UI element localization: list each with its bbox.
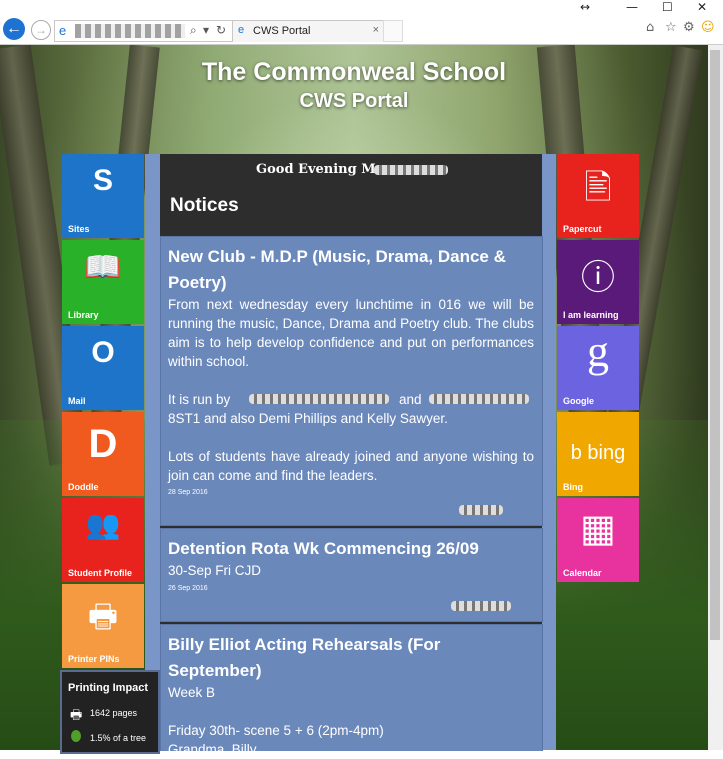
tile-label: Student Profile: [68, 568, 133, 578]
notice-title-cont: September): [168, 661, 262, 680]
notice-card[interactable]: Detention Rota Wk Commencing 26/09 30-Se…: [160, 528, 543, 622]
notice-title: New Club - M.D.P (Music, Drama, Dance &: [168, 247, 506, 266]
notice-date: 28 Sep 2016: [168, 489, 208, 496]
tile-printer-pins[interactable]: 🖶 Printer PINs: [62, 584, 144, 668]
browser-navbar: ← → e ⌕ ▾ ↻ e CWS Portal ×: [0, 16, 723, 45]
notice-card[interactable]: New Club - M.D.P (Music, Drama, Dance & …: [160, 236, 543, 526]
tile-label: Mail: [68, 396, 86, 406]
maximize-button[interactable]: ☐: [662, 0, 673, 14]
notice-body: 8ST1 and also Demi Phillips and Kelly Sa…: [168, 411, 448, 426]
tile-label: Library: [68, 310, 99, 320]
tile-doddle[interactable]: D Doddle: [62, 412, 144, 496]
bing-icon: b bing: [570, 442, 626, 464]
refresh-icon[interactable]: ↻: [216, 23, 226, 37]
tab-close-icon[interactable]: ×: [373, 24, 379, 36]
tile-google[interactable]: g Google: [557, 326, 639, 410]
favorites-icon[interactable]: ☆: [665, 20, 677, 35]
printer-icon: 🖶: [87, 598, 119, 634]
sharepoint-icon: S: [92, 164, 113, 197]
site-subtitle: CWS Portal: [299, 90, 409, 112]
tile-calendar[interactable]: ▦ Calendar: [557, 498, 639, 582]
tile-papercut[interactable]: 🖹 Papercut: [557, 154, 639, 238]
scrollbar-thumb[interactable]: [710, 50, 720, 640]
greeting: Good Evening Mr: [256, 162, 383, 177]
calendar-icon: ▦: [580, 508, 616, 550]
tab-cws-portal[interactable]: e CWS Portal ×: [232, 20, 384, 42]
back-button[interactable]: ←: [3, 18, 25, 40]
tile-label: Sites: [68, 224, 90, 234]
tile-label: Calendar: [563, 568, 602, 578]
papercut-icon: 🖹: [584, 169, 612, 207]
notice-body: and: [399, 392, 422, 407]
right-strip: [542, 154, 556, 750]
notice-title: Detention Rota Wk Commencing 26/09: [168, 539, 479, 558]
ie-tab-icon: e: [238, 24, 245, 36]
site-title: The Commonweal School: [201, 58, 507, 86]
tile-i-am-learning[interactable]: ⓘ I am learning: [557, 240, 639, 324]
redacted-author: [451, 601, 511, 611]
notice-body: Week B: [168, 685, 216, 700]
notice-body: From next wednesday every lunchtime in 0…: [168, 297, 534, 369]
redacted-name: [374, 165, 448, 175]
window-titlebar: ↔ — ☐ ✕: [0, 0, 723, 16]
printing-impact-tree: 1.5% of a tree: [90, 733, 147, 743]
feedback-icon[interactable]: ☺: [701, 20, 715, 35]
tile-label: Printer PINs: [68, 654, 120, 664]
notice-title-cont: Poetry): [168, 273, 227, 292]
notice-body: It is run by: [168, 392, 231, 407]
address-text-redacted: [75, 24, 185, 38]
resize-icon[interactable]: ↔: [580, 0, 590, 14]
settings-icon[interactable]: ⚙: [683, 20, 695, 35]
tile-sites[interactable]: S Sites: [62, 154, 144, 238]
notice-date: 26 Sep 2016: [168, 585, 208, 592]
notice-title: Billy Elliot Acting Rehearsals (For: [168, 635, 441, 654]
tile-label: Google: [563, 396, 594, 406]
outlook-icon: O: [91, 336, 115, 369]
tile-label: Papercut: [563, 224, 602, 234]
ie-icon: e: [59, 23, 67, 38]
info-icon: ⓘ: [581, 259, 615, 297]
search-icon[interactable]: ⌕: [190, 23, 197, 38]
tile-label: Bing: [563, 482, 583, 492]
redacted-name: [249, 394, 389, 404]
redacted-author: [459, 505, 503, 515]
tree-icon: [71, 730, 81, 742]
forward-button[interactable]: →: [31, 20, 51, 40]
google-icon: g: [587, 327, 609, 376]
minimize-button[interactable]: —: [626, 0, 638, 14]
tab-title: CWS Portal: [253, 25, 311, 37]
notices-heading: Notices: [170, 195, 239, 216]
notice-body: 30-Sep Fri CJD: [168, 563, 262, 578]
tile-label: Doddle: [68, 482, 99, 492]
printer-small-icon: 🖶: [70, 707, 83, 722]
address-bar[interactable]: e ⌕ ▾ ↻: [54, 20, 234, 42]
tile-library[interactable]: 📖 Library: [62, 240, 144, 324]
tile-mail[interactable]: O Mail: [62, 326, 144, 410]
left-strip: [145, 154, 160, 750]
printing-impact-title: Printing Impact: [68, 682, 149, 694]
dropdown-icon[interactable]: ▾: [203, 23, 209, 37]
people-icon: 👥: [85, 509, 121, 540]
notice-card[interactable]: Billy Elliot Acting Rehearsals (For Sept…: [160, 624, 543, 757]
printing-impact-pages: 1642 pages: [90, 708, 138, 718]
doddle-icon: D: [88, 422, 118, 466]
tile-bing[interactable]: b bing Bing: [557, 412, 639, 496]
redacted-name: [429, 394, 529, 404]
notice-body: Friday 30th- scene 5 + 6 (2pm-4pm): [168, 723, 384, 738]
close-window-button[interactable]: ✕: [697, 0, 707, 14]
home-icon[interactable]: ⌂: [646, 20, 654, 35]
tile-student-profile[interactable]: 👥 Student Profile: [62, 498, 144, 582]
new-tab-button[interactable]: [383, 20, 403, 42]
notice-body: Lots of students have already joined and…: [168, 449, 534, 483]
printing-impact-widget: Printing Impact 🖶 1642 pages 1.5% of a t…: [60, 670, 160, 754]
book-icon: 📖: [84, 251, 122, 284]
tile-label: I am learning: [563, 310, 619, 320]
